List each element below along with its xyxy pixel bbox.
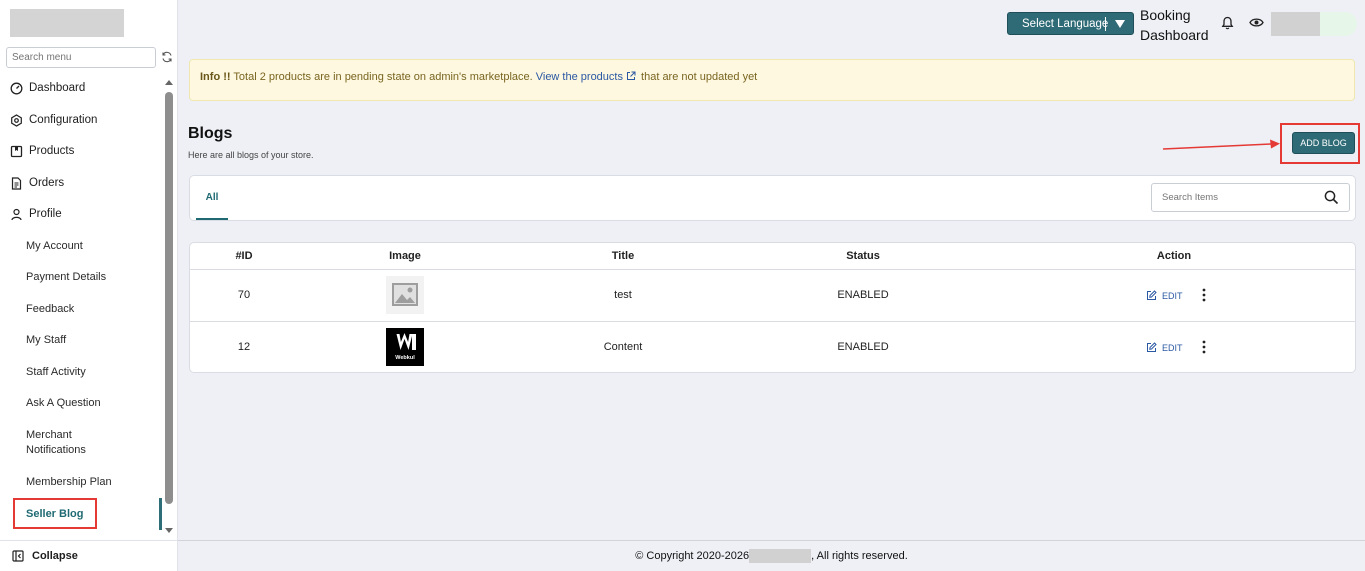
table-row: 12 Webkul Content ENABLED EDIT <box>190 322 1355 372</box>
external-link-icon[interactable] <box>626 71 636 81</box>
sidebar: Dashboard Configuration Products Orders … <box>0 0 178 571</box>
store-logo[interactable] <box>10 9 124 37</box>
add-blog-button[interactable]: ADD BLOG <box>1292 132 1355 154</box>
cell-id: 70 <box>237 289 251 301</box>
cell-title: Content <box>603 341 643 353</box>
info-text-after: that are not updated yet <box>637 71 758 83</box>
footer: © Copyright 2020-2026 , All rights reser… <box>178 540 1365 571</box>
sidebar-item-dashboard[interactable]: Dashboard <box>10 75 85 101</box>
tabs-bar: All <box>189 175 1356 221</box>
gear-icon <box>11 113 22 127</box>
edit-label: EDIT <box>1162 342 1183 353</box>
webkul-logo-image: Webkul <box>386 328 424 366</box>
scroll-down-arrow[interactable] <box>165 528 173 533</box>
blogs-table: #ID Image Title Status Action 70 test EN… <box>189 242 1356 373</box>
sidebar-item-merchant-notifications[interactable]: Merchant Notifications <box>26 428 106 458</box>
bell-icon[interactable] <box>1221 16 1234 30</box>
caret-down-icon <box>1115 20 1125 28</box>
booking-dashboard-link[interactable]: Booking Dashboard <box>1140 5 1209 45</box>
page-title: Blogs <box>188 125 233 142</box>
sidebar-item-feedback[interactable]: Feedback <box>26 302 74 317</box>
refresh-icon[interactable] <box>161 51 173 63</box>
table-header: #ID Image Title Status Action <box>190 243 1355 270</box>
booking-line-2: Dashboard <box>1140 27 1209 43</box>
copyright-text: © Copyright 2020-2026 <box>635 550 750 562</box>
user-icon <box>11 208 22 220</box>
sidebar-item-label: Profile <box>29 208 62 220</box>
more-vertical-icon[interactable] <box>1200 340 1208 354</box>
sidebar-item-label: Products <box>29 145 75 157</box>
collapse-icon <box>12 550 24 562</box>
search-icon[interactable] <box>1324 190 1339 205</box>
placeholder-image-icon <box>386 276 424 314</box>
page-subtitle: Here are all blogs of your store. <box>188 150 314 160</box>
cell-title: test <box>614 289 632 301</box>
dashboard-icon <box>10 82 23 94</box>
sidebar-item-configuration[interactable]: Configuration <box>10 107 97 133</box>
table-row: 70 test ENABLED EDIT <box>190 270 1355 322</box>
sidebar-scrollbar[interactable] <box>163 80 175 538</box>
sidebar-item-staff-activity[interactable]: Staff Activity <box>26 365 86 380</box>
text-cursor <box>1105 17 1106 31</box>
collapse-label: Collapse <box>32 550 78 562</box>
edit-label: EDIT <box>1162 290 1183 301</box>
active-indicator <box>159 498 162 530</box>
column-header-status: Status <box>846 250 880 262</box>
sidebar-item-label: Orders <box>29 177 65 189</box>
avatar-image <box>1271 12 1320 36</box>
cell-id: 12 <box>237 341 251 353</box>
company-name-redacted <box>749 549 812 563</box>
column-header-id: #ID <box>235 250 253 262</box>
info-banner: Info !! Total 2 products are in pending … <box>189 59 1355 101</box>
scroll-up-arrow[interactable] <box>165 80 173 85</box>
cell-status: ENABLED <box>837 341 889 353</box>
sidebar-item-my-account[interactable]: My Account <box>26 239 83 254</box>
copyright-suffix: , All rights reserved. <box>811 550 908 562</box>
user-avatar[interactable] <box>1271 12 1357 36</box>
orders-icon <box>11 176 22 190</box>
sidebar-item-label: Dashboard <box>29 82 86 94</box>
edit-icon <box>1147 342 1157 352</box>
sidebar-item-payment-details[interactable]: Payment Details <box>26 270 106 285</box>
select-language-label: Select Language <box>1022 17 1109 30</box>
column-header-image: Image <box>389 250 421 262</box>
edit-button[interactable]: EDIT <box>1146 290 1183 301</box>
sidebar-item-products[interactable]: Products <box>10 138 74 164</box>
sidebar-item-label: Configuration <box>29 114 98 126</box>
seller-blog-highlight <box>13 498 97 529</box>
info-prefix: Info !! <box>200 71 231 83</box>
scroll-thumb[interactable] <box>165 92 173 504</box>
view-products-link[interactable]: View the products <box>536 71 623 83</box>
sidebar-item-membership-plan[interactable]: Membership Plan <box>26 475 112 490</box>
column-header-action: Action <box>1156 250 1192 262</box>
booking-line-1: Booking <box>1140 7 1191 23</box>
info-text-before: Total 2 products are in pending state on… <box>230 71 536 83</box>
sidebar-item-orders[interactable]: Orders <box>10 170 64 196</box>
products-icon <box>10 145 23 157</box>
eye-icon[interactable] <box>1249 17 1264 28</box>
sidebar-item-my-staff[interactable]: My Staff <box>26 333 66 348</box>
edit-icon <box>1147 290 1157 300</box>
edit-button[interactable]: EDIT <box>1146 342 1183 353</box>
sidebar-item-profile[interactable]: Profile <box>10 201 62 227</box>
cell-status: ENABLED <box>837 289 889 301</box>
column-header-title: Title <box>611 250 635 262</box>
svg-text:Webkul: Webkul <box>395 355 415 361</box>
search-menu-input[interactable] <box>6 47 156 68</box>
search-items-input[interactable] <box>1151 183 1350 212</box>
more-vertical-icon[interactable] <box>1200 288 1208 302</box>
select-language-button[interactable]: Select Language <box>1007 12 1134 35</box>
tab-all[interactable]: All <box>196 176 228 220</box>
collapse-button[interactable]: Collapse <box>0 540 178 571</box>
sidebar-item-ask-a-question[interactable]: Ask A Question <box>26 396 101 411</box>
annotation-arrow <box>1162 139 1280 150</box>
